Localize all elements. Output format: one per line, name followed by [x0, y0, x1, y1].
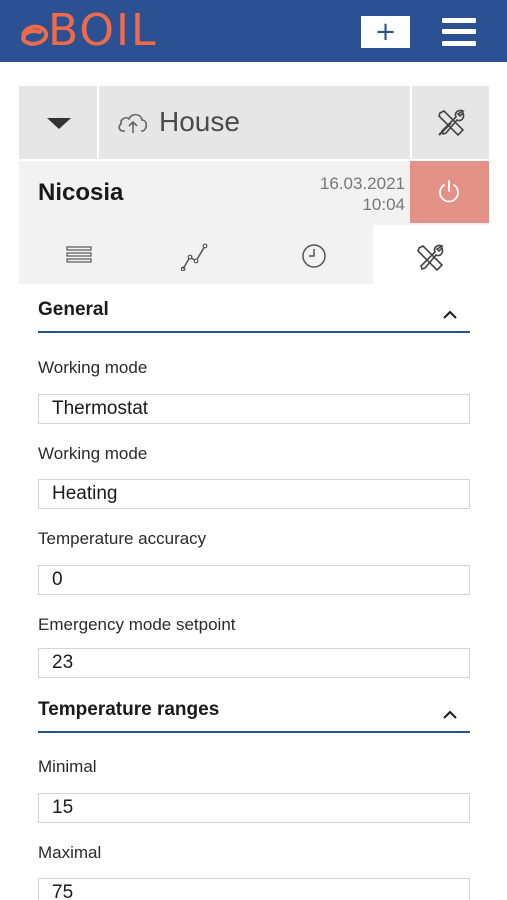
top-bar: BOIL +: [0, 0, 507, 62]
field-label: Temperature accuracy: [38, 529, 207, 548]
tab-settings[interactable]: [373, 225, 489, 284]
location-dropdown-button[interactable]: [19, 86, 97, 159]
field-label: Maximal: [38, 843, 102, 862]
temperature-accuracy-field[interactable]: 0: [38, 565, 470, 595]
field-label: Emergency mode setpoint: [38, 615, 236, 634]
chart-line-icon: [181, 243, 208, 271]
caret-down-icon: [47, 118, 71, 129]
field-label: Working mode: [38, 444, 148, 463]
device-name: Nicosia: [38, 179, 124, 206]
section-title: General: [38, 299, 109, 320]
maximal-temperature-field[interactable]: 75: [38, 878, 470, 900]
add-button[interactable]: +: [361, 16, 410, 48]
logo-text: BOIL: [48, 5, 158, 56]
menu-line: [442, 18, 476, 23]
clock-icon: [302, 244, 326, 268]
plus-icon: +: [374, 17, 397, 47]
tools-icon: [417, 244, 444, 272]
location-name: House: [159, 106, 240, 137]
cloud-upload-icon: [118, 113, 148, 133]
minimal-temperature-field[interactable]: 15: [38, 793, 470, 823]
power-icon: [439, 180, 459, 203]
device-tabs: [19, 225, 489, 284]
working-mode-field[interactable]: Thermostat: [38, 394, 470, 424]
boil-logo[interactable]: BOIL: [18, 8, 158, 54]
device-date: 16.03.2021: [319, 174, 405, 193]
section-general-header[interactable]: General: [38, 299, 470, 333]
menu-line: [442, 41, 476, 46]
device-header: Nicosia 16.03.2021 10:04: [19, 161, 489, 225]
section-temperature-ranges-header[interactable]: Temperature ranges: [38, 699, 470, 733]
menu-line: [442, 29, 476, 34]
working-mode-heating-field[interactable]: Heating: [38, 479, 470, 509]
power-button[interactable]: [410, 161, 489, 223]
hamburger-menu-button[interactable]: [442, 16, 476, 48]
device-time: 10:04: [362, 195, 405, 214]
tab-chart[interactable]: [137, 225, 255, 284]
field-label: Working mode: [38, 358, 148, 377]
tab-list[interactable]: [19, 225, 137, 284]
location-settings-button[interactable]: [412, 86, 489, 159]
location-selector[interactable]: House: [99, 86, 410, 159]
list-icon: [66, 246, 92, 263]
tab-schedule[interactable]: [255, 225, 373, 284]
chevron-up-icon: [443, 710, 457, 719]
chevron-up-icon: [443, 310, 457, 319]
device-timestamp: 16.03.2021 10:04: [320, 173, 405, 215]
section-title: Temperature ranges: [38, 699, 220, 720]
emergency-setpoint-field[interactable]: 23: [38, 648, 470, 678]
tools-icon: [438, 109, 465, 137]
field-label: Minimal: [38, 757, 97, 776]
